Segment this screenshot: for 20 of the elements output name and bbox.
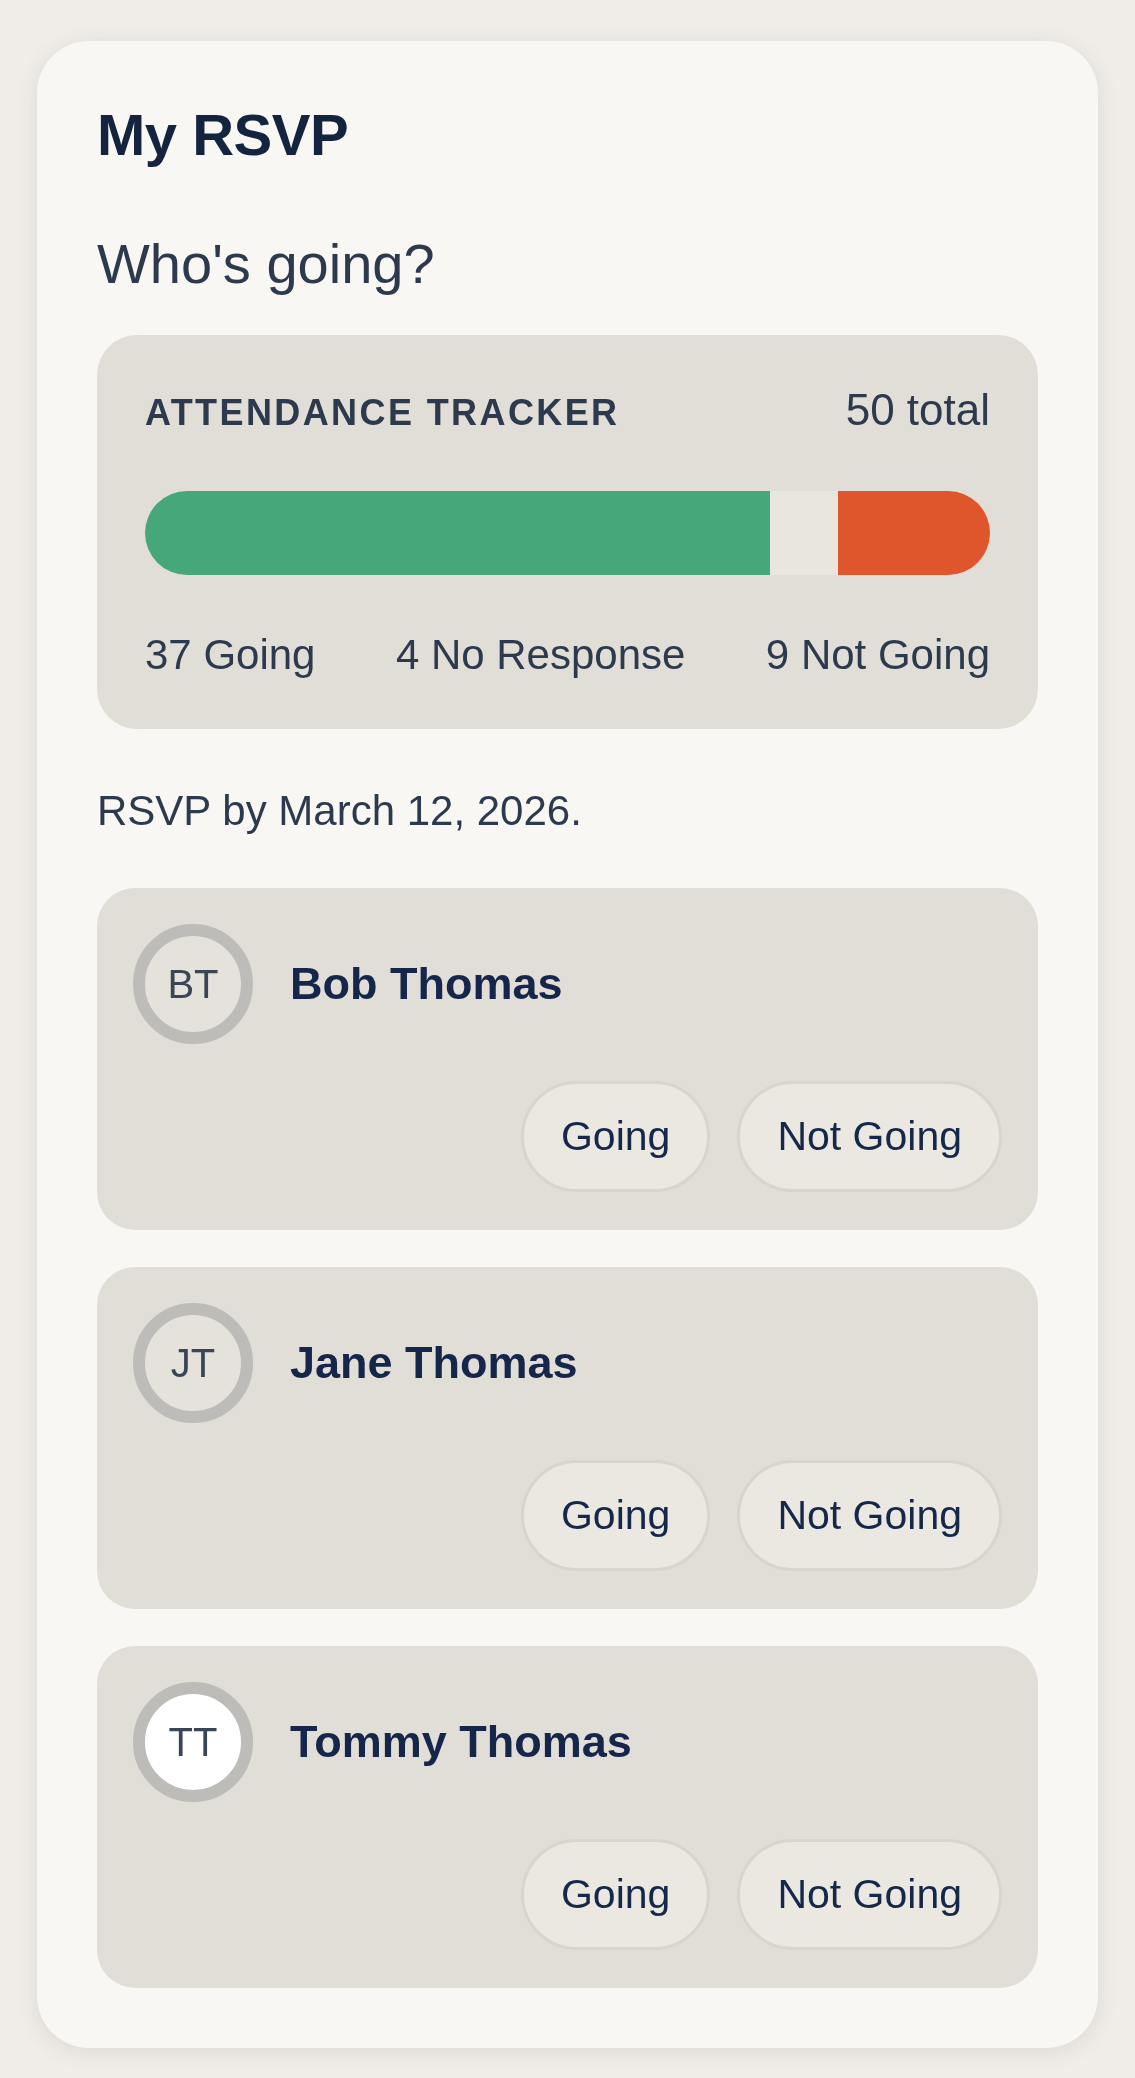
going-button[interactable]: Going	[520, 1081, 711, 1193]
going-button[interactable]: Going	[520, 1460, 711, 1572]
section-heading: Who's going?	[97, 230, 436, 297]
attendance-count: 9 Not Going	[765, 629, 990, 680]
person-name: Tommy Thomas	[290, 1716, 632, 1769]
avatar: JT	[133, 1303, 253, 1424]
page-title: My RSVP	[97, 101, 350, 169]
person-name: Jane Thomas	[290, 1337, 578, 1390]
attendance-count: 4 No Response	[395, 629, 686, 680]
going-button[interactable]: Going	[520, 1839, 711, 1951]
not-going-button[interactable]: Not Going	[737, 1460, 1002, 1572]
person-name: Bob Thomas	[290, 958, 563, 1011]
avatar: BT	[133, 924, 253, 1045]
not-going-button[interactable]: Not Going	[737, 1839, 1002, 1951]
not-going-button[interactable]: Not Going	[737, 1081, 1002, 1193]
deadline-text: RSVP by March 12, 2026.	[97, 785, 583, 836]
total-count: 50 total	[845, 383, 990, 436]
tracker-label: ATTENDANCE TRACKER	[145, 390, 620, 434]
attendance-count: 37 Going	[145, 629, 316, 680]
avatar: TT	[133, 1682, 253, 1803]
